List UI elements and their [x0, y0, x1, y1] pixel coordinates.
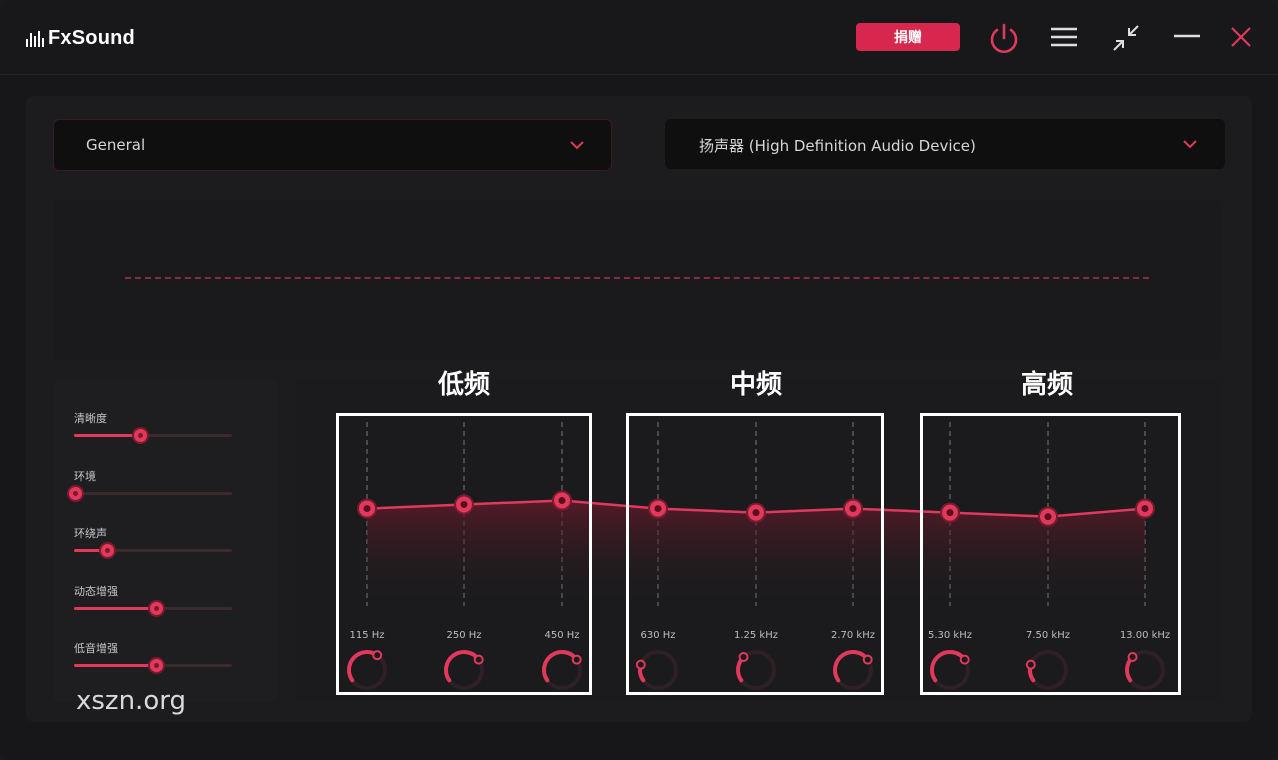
eq-group-label-high: 高频 — [1020, 370, 1073, 400]
eq-group-label-mid: 中频 — [729, 370, 782, 400]
eq-group-box-high — [920, 413, 1181, 695]
eq-group-box-mid — [626, 413, 884, 695]
watermark: xszn.org — [76, 686, 186, 716]
app-window: FxSound 捐赠 General 扬声器 (High Definition … — [0, 0, 1278, 760]
eq-group-box-low — [336, 413, 592, 695]
eq-group-label-low: 低频 — [437, 370, 490, 400]
